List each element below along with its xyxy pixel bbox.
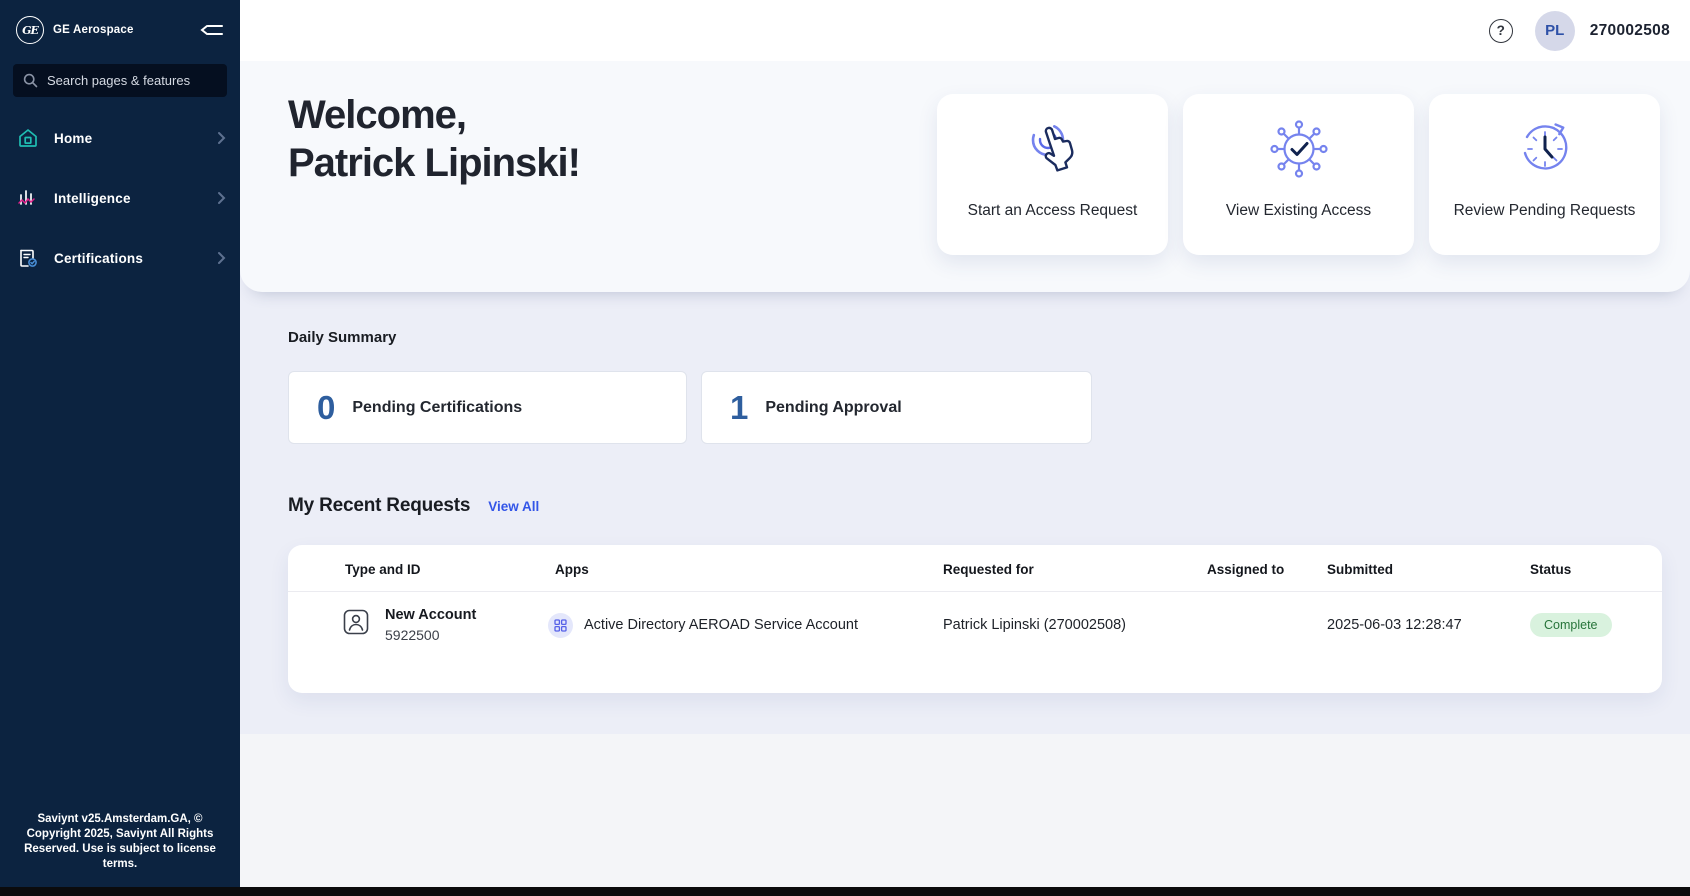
- view-existing-access-card[interactable]: View Existing Access: [1183, 94, 1414, 255]
- stat-value: 0: [317, 389, 335, 427]
- status-cell: Complete: [1530, 613, 1638, 637]
- sidebar-footer-copyright: Saviynt v25.Amsterdam.GA, © Copyright 20…: [0, 812, 240, 896]
- collapse-arrow-icon: [200, 19, 224, 41]
- table-row[interactable]: New Account 5922500 Active Directory AER…: [288, 592, 1662, 643]
- start-access-request-card[interactable]: Start an Access Request: [937, 94, 1168, 255]
- hero-banner: Welcome, Patrick Lipinski! Start an Acce…: [240, 61, 1690, 292]
- requested-for-cell: Patrick Lipinski (270002508): [943, 617, 1207, 633]
- column-header-assigned-to: Assigned to: [1207, 562, 1327, 577]
- chevron-right-icon: [217, 251, 226, 265]
- type-and-id-cell: New Account 5922500: [341, 607, 555, 643]
- column-header-submitted: Submitted: [1327, 562, 1530, 577]
- recent-requests-header: My Recent Requests View All: [288, 495, 539, 517]
- welcome-heading: Welcome, Patrick Lipinski!: [288, 91, 580, 187]
- click-hand-icon: [1022, 114, 1084, 184]
- sidebar-item-home[interactable]: Home: [0, 123, 240, 153]
- pending-approval-card[interactable]: 1 Pending Approval: [701, 371, 1092, 444]
- lower-background-band: [240, 734, 1690, 896]
- apps-cell: Active Directory AEROAD Service Account: [548, 613, 943, 638]
- recent-requests-title: My Recent Requests: [288, 495, 470, 517]
- bottom-edge-bar: [0, 887, 1690, 896]
- submitted-cell: 2025-06-03 12:28:47: [1327, 617, 1530, 633]
- type-text: New Account 5922500: [385, 607, 476, 643]
- ge-logo-icon: GE: [16, 16, 44, 44]
- request-type: New Account: [385, 607, 476, 623]
- sidebar: GE GE Aerospace: [0, 0, 240, 896]
- sidebar-item-label: Certifications: [54, 251, 143, 266]
- certifications-doc-icon: [17, 247, 39, 269]
- recent-requests-table: Type and ID Apps Requested for Assigned …: [288, 545, 1662, 693]
- card-label: Review Pending Requests: [1454, 202, 1636, 220]
- network-check-icon: [1267, 114, 1331, 184]
- active-directory-app-icon: [548, 613, 573, 638]
- sidebar-item-intelligence[interactable]: Intelligence: [0, 183, 240, 213]
- user-id: 270002508: [1590, 22, 1670, 40]
- help-icon[interactable]: ?: [1489, 19, 1513, 43]
- daily-summary-title: Daily Summary: [288, 329, 396, 346]
- sidebar-item-certifications[interactable]: Certifications: [0, 243, 240, 273]
- column-header-type-and-id: Type and ID: [345, 562, 555, 577]
- stat-label: Pending Approval: [765, 399, 901, 417]
- chevron-right-icon: [217, 131, 226, 145]
- sidebar-item-label: Intelligence: [54, 191, 131, 206]
- review-pending-requests-card[interactable]: Review Pending Requests: [1429, 94, 1660, 255]
- welcome-line2: Patrick Lipinski!: [288, 139, 580, 187]
- search-icon: [23, 73, 38, 88]
- column-header-status: Status: [1530, 562, 1638, 577]
- pending-certifications-card[interactable]: 0 Pending Certifications: [288, 371, 687, 444]
- top-header-bar: ? PL 270002508: [240, 0, 1690, 61]
- sidebar-item-label: Home: [54, 131, 92, 146]
- clock-refresh-icon: [1513, 114, 1577, 184]
- request-id: 5922500: [385, 627, 476, 643]
- card-label: Start an Access Request: [968, 202, 1138, 220]
- quick-action-cards: Start an Access Request: [937, 94, 1660, 255]
- chevron-right-icon: [217, 191, 226, 205]
- daily-summary-stats: 0 Pending Certifications 1 Pending Appro…: [288, 371, 1092, 444]
- search-input[interactable]: [47, 73, 217, 88]
- avatar[interactable]: PL: [1535, 11, 1575, 51]
- brand-name: GE Aerospace: [53, 24, 134, 36]
- header-right-group: ? PL 270002508: [1489, 0, 1670, 61]
- collapse-sidebar-button[interactable]: [200, 19, 224, 41]
- column-header-requested-for: Requested for: [943, 562, 1207, 577]
- brand-row: GE GE Aerospace: [0, 0, 240, 44]
- card-label: View Existing Access: [1226, 202, 1371, 220]
- account-person-icon: [341, 607, 371, 637]
- view-all-link[interactable]: View All: [488, 499, 539, 514]
- stat-label: Pending Certifications: [352, 399, 522, 417]
- stat-value: 1: [730, 389, 748, 427]
- intelligence-chart-icon: [17, 187, 39, 209]
- home-icon: [17, 127, 39, 149]
- column-header-apps: Apps: [555, 562, 943, 577]
- app-name: Active Directory AEROAD Service Account: [584, 617, 858, 633]
- welcome-line1: Welcome,: [288, 91, 580, 139]
- status-badge: Complete: [1530, 613, 1612, 637]
- main-area: ? PL 270002508 Welcome, Patrick Lipinski…: [240, 0, 1690, 896]
- app-root: GE GE Aerospace: [0, 0, 1690, 896]
- sidebar-nav: Home Intelligence: [0, 123, 240, 303]
- table-header-row: Type and ID Apps Requested for Assigned …: [288, 545, 1662, 577]
- sidebar-search[interactable]: [13, 64, 227, 97]
